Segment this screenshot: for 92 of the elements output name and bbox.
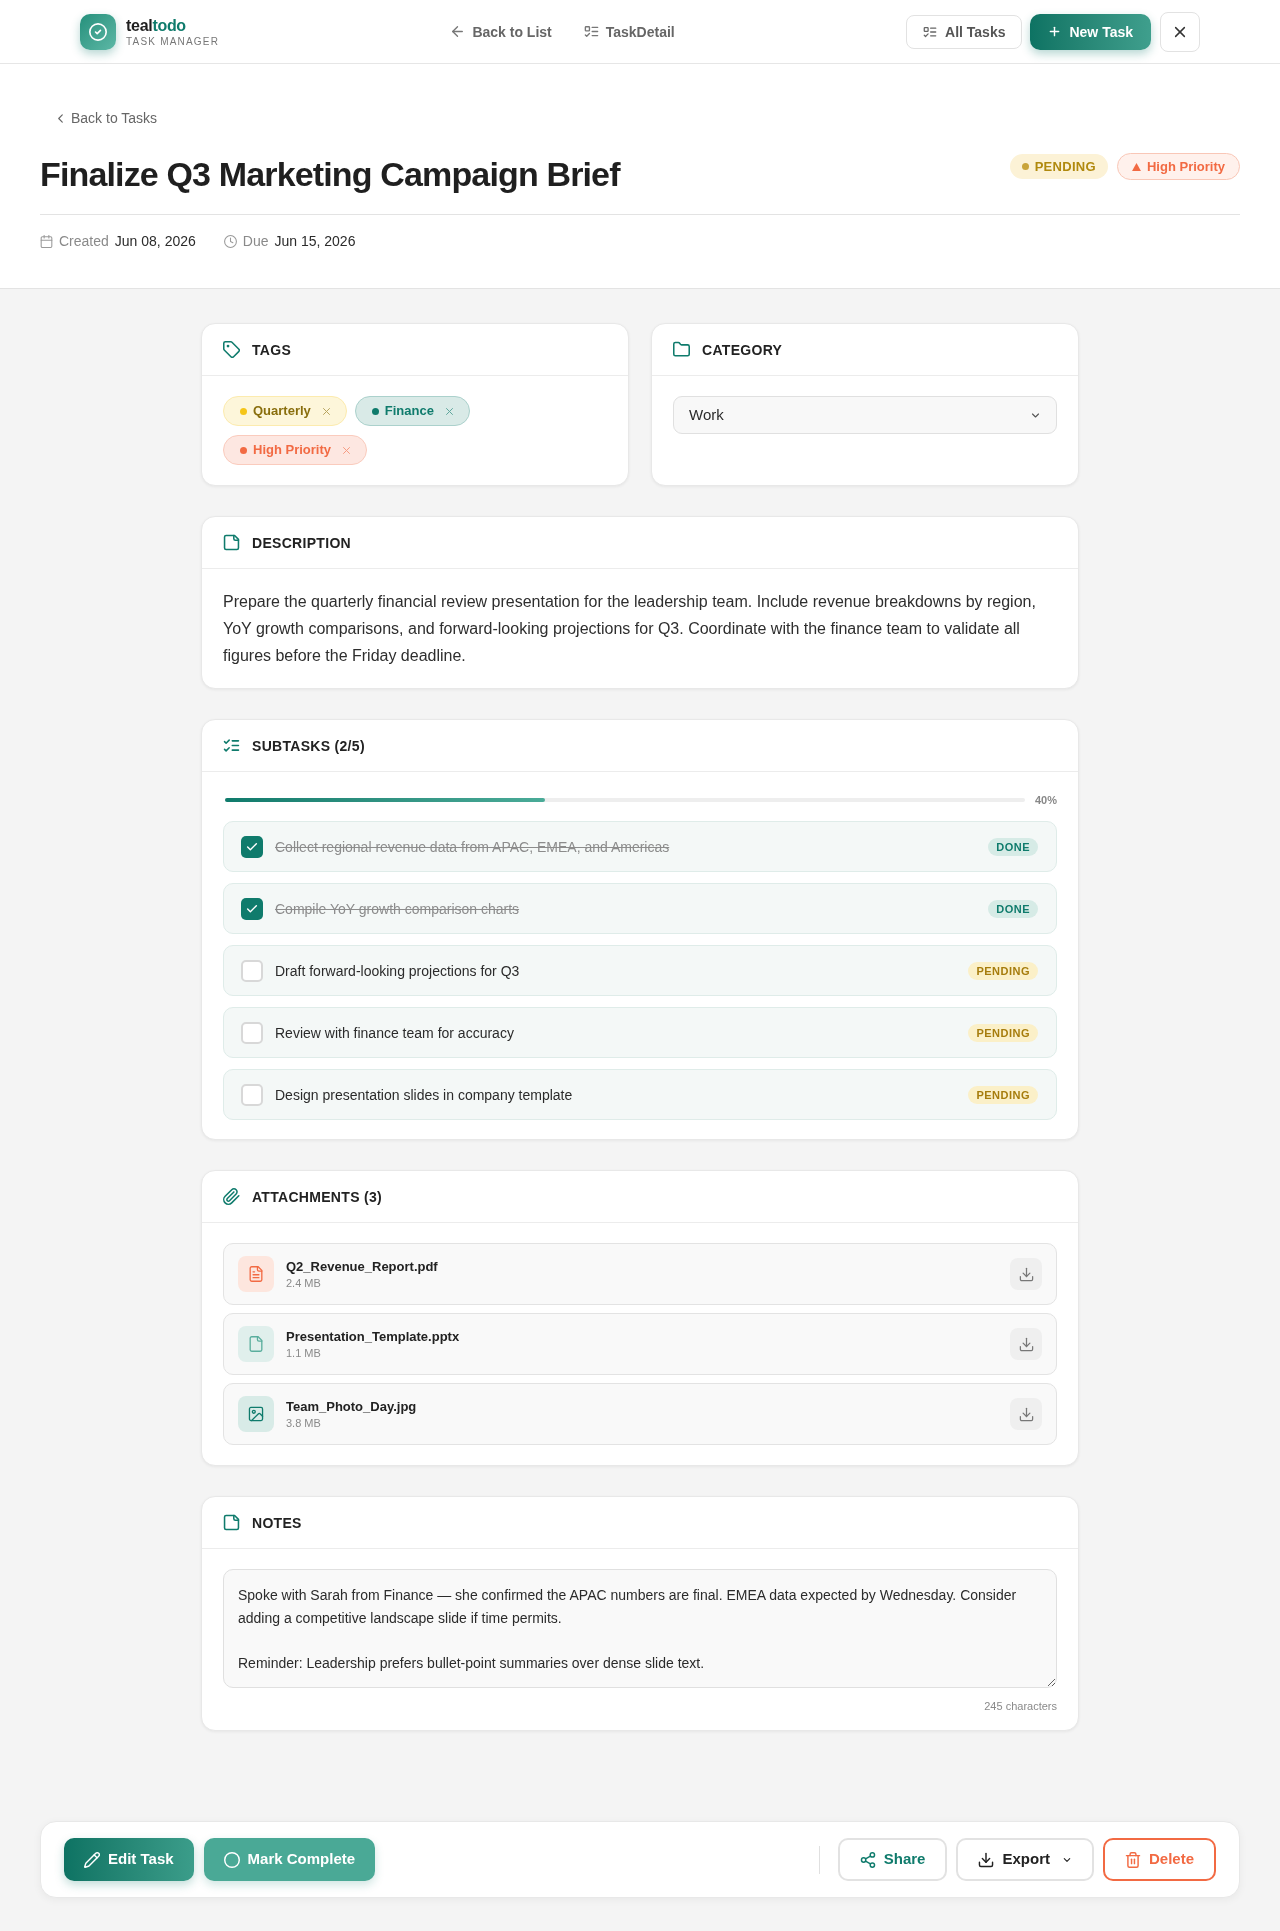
status-badge: PENDING <box>968 961 1038 980</box>
delete-button[interactable]: Delete <box>1102 1838 1216 1881</box>
nav-link[interactable]: TaskDetail <box>583 21 675 42</box>
subtask-text: Collect regional revenue data from APAC, EMEA, and Americas <box>275 837 671 857</box>
share-icon <box>859 1851 876 1868</box>
subtask-text: Compile YoY growth comparison charts <box>275 899 521 919</box>
tag-chip[interactable]: Finance <box>354 396 470 426</box>
download-icon <box>1018 1336 1034 1352</box>
new-task-button[interactable]: New Task <box>1030 13 1151 50</box>
checkbox[interactable] <box>241 959 263 982</box>
file-icon <box>238 1326 274 1362</box>
attachment-row[interactable]: Q2_Revenue_Report.pdf 2.4 MB <box>223 1243 1057 1305</box>
checkbox[interactable] <box>241 835 263 858</box>
check-icon <box>246 902 258 915</box>
checkbox[interactable] <box>241 897 263 920</box>
section-title: NOTES <box>252 1513 302 1533</box>
subtask-text: Review with finance team for accuracy <box>275 1023 515 1043</box>
description-text: Prepare the quarterly financial review presentation for the leadership team. Include revenue breakdowns by region, YoY growth comparisons, and forward-looking projections for Q3. Coordinate with the finance team to validate all figures before the Friday deadline. <box>223 592 1037 666</box>
brand-subtitle: TASK MANAGER <box>126 35 220 48</box>
close-icon[interactable] <box>320 405 332 417</box>
clock-icon <box>223 234 237 248</box>
character-count: 245 characters <box>984 1699 1057 1713</box>
close-icon[interactable] <box>443 405 455 417</box>
subtask-text: Design presentation slides in company template <box>275 1085 574 1105</box>
meta-value: Jun 15, 2026 <box>274 232 356 251</box>
section-title: DESCRIPTION <box>252 533 351 553</box>
image-icon <box>238 1396 274 1432</box>
tag-label: Finance <box>384 402 434 421</box>
section-title: CATEGORY <box>702 340 783 360</box>
pencil-icon <box>84 1851 100 1868</box>
checkbox[interactable] <box>241 1021 263 1044</box>
back-link[interactable]: Back to Tasks <box>40 102 170 134</box>
status-badge: DONE <box>988 837 1038 856</box>
checklist-icon <box>583 24 599 39</box>
trash-icon <box>1124 1851 1141 1868</box>
task-title: Finalize Q3 Marketing Campaign Brief <box>40 154 620 194</box>
checklist-icon <box>223 737 240 754</box>
file-name: Team_Photo_Day.jpg <box>286 1398 418 1415</box>
progress-reading: 40% <box>1034 793 1057 808</box>
tag-chip[interactable]: Quarterly <box>223 396 347 426</box>
status-badge: PENDING <box>968 1085 1038 1104</box>
share-button[interactable]: Share <box>837 1838 948 1881</box>
folder-icon <box>673 341 690 358</box>
meta-label: Created <box>59 232 109 251</box>
status-badge: PENDING <box>968 1023 1038 1042</box>
file-name: Presentation_Template.pptx <box>286 1328 461 1345</box>
tag-icon <box>223 341 240 358</box>
file-name: Q2_Revenue_Report.pdf <box>286 1258 439 1275</box>
document-icon <box>238 1256 274 1292</box>
download-button[interactable] <box>1010 1398 1042 1430</box>
note-icon <box>223 534 240 551</box>
subtask-text: Draft forward-looking projections for Q3 <box>275 961 521 981</box>
arrow-left-icon <box>450 24 466 39</box>
check-icon <box>246 840 258 853</box>
category-select[interactable]: Work <box>673 396 1057 434</box>
circle-icon <box>223 1851 240 1868</box>
tag-label: Quarterly <box>253 402 311 421</box>
checklist-icon <box>923 24 937 39</box>
download-icon <box>1018 1266 1034 1282</box>
logo-icon[interactable] <box>80 13 116 50</box>
meta-label: Due <box>242 232 269 251</box>
brand-name: tealtodo <box>126 15 187 36</box>
download-icon <box>978 1851 995 1868</box>
note-icon <box>223 1514 240 1531</box>
nav-link[interactable]: Back to List <box>450 21 552 42</box>
calendar-icon <box>40 234 53 248</box>
paperclip-icon <box>223 1188 240 1205</box>
checkbox[interactable] <box>241 1083 263 1106</box>
triangle-icon <box>1132 162 1141 171</box>
file-size: 2.4 MB <box>286 1275 322 1290</box>
download-icon <box>1018 1406 1034 1422</box>
notes-field[interactable]: Spoke with Sarah from Finance — she confirmed the APAC numbers are final. EMEA data expected by Wednesday. Consider adding a competitive landscape slide if time permits. Reminder: Leadership prefers bullet-point summaries over dense slide text. <box>223 1569 1057 1688</box>
status-badge: PENDING <box>1009 154 1108 179</box>
file-size: 3.8 MB <box>286 1415 322 1430</box>
download-button[interactable] <box>1010 1328 1042 1360</box>
close-icon[interactable] <box>341 444 352 456</box>
all-tasks-button[interactable]: All Tasks <box>906 14 1023 49</box>
download-button[interactable] <box>1010 1258 1042 1290</box>
meta-value: Jun 08, 2026 <box>114 232 196 251</box>
tag-label: High Priority <box>253 441 331 460</box>
section-title: ATTACHMENTS (3) <box>252 1187 382 1207</box>
file-size: 1.1 MB <box>286 1345 322 1360</box>
plus-icon <box>1048 25 1062 38</box>
section-title: TAGS <box>252 340 292 360</box>
attachment-row[interactable]: Presentation_Template.pptx 1.1 MB <box>223 1313 1057 1375</box>
edit-task-button[interactable]: Edit Task <box>64 1838 194 1881</box>
close-button[interactable] <box>1160 11 1200 52</box>
export-button[interactable]: Export <box>956 1838 1094 1881</box>
status-badge: DONE <box>988 899 1038 918</box>
section-title: SUBTASKS (2/5) <box>252 736 365 756</box>
attachment-row[interactable]: Team_Photo_Day.jpg 3.8 MB <box>223 1383 1057 1445</box>
priority-badge: High Priority <box>1117 153 1240 180</box>
